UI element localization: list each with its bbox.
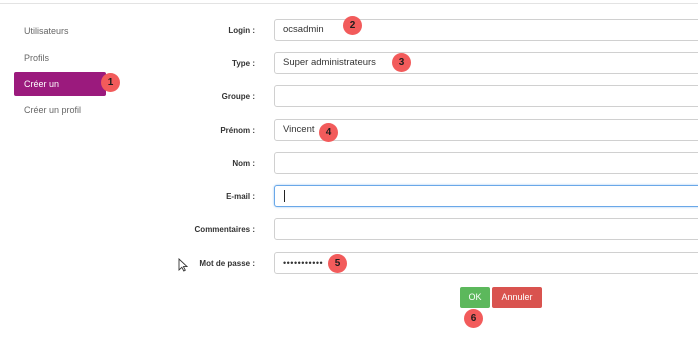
type-select[interactable]: Super administrateurs [274,52,698,74]
step-badge-6: 6 [464,309,483,328]
email-label: E-mail : [226,192,255,201]
mouse-pointer-icon [178,258,188,272]
commentaires-label: Commentaires : [194,225,255,234]
email-input[interactable] [274,185,698,207]
text-caret [284,190,285,202]
ok-button[interactable]: OK [460,287,490,308]
type-label: Type : [232,59,255,68]
step-badge-5: 5 [328,254,347,273]
cancel-button[interactable]: Annuler [492,287,542,308]
nom-label: Nom : [232,159,255,168]
sidebar-item-create-user[interactable]: Créer un utilisateur [14,72,106,113]
sidebar-item-users[interactable]: Utilisateurs [14,19,79,43]
groupe-select[interactable] [274,85,698,107]
commentaires-input[interactable] [274,218,698,240]
step-badge-4: 4 [319,123,338,142]
sidebar-item-create-profile[interactable]: Créer un profil [14,98,91,122]
login-input[interactable]: ocsadmin [274,19,698,41]
top-divider [0,3,698,4]
step-badge-1: 1 [101,73,120,92]
sidebar-item-profiles[interactable]: Profils [14,46,59,70]
create-user-page: Utilisateurs Profils Créer un utilisateu… [0,0,698,357]
step-badge-2: 2 [343,16,362,35]
nom-input[interactable] [274,152,698,174]
password-label: Mot de passe : [199,259,255,268]
step-badge-3: 3 [392,53,411,72]
groupe-label: Groupe : [221,92,255,101]
prenom-label: Prénom : [220,126,255,135]
login-label: Login : [228,26,255,35]
